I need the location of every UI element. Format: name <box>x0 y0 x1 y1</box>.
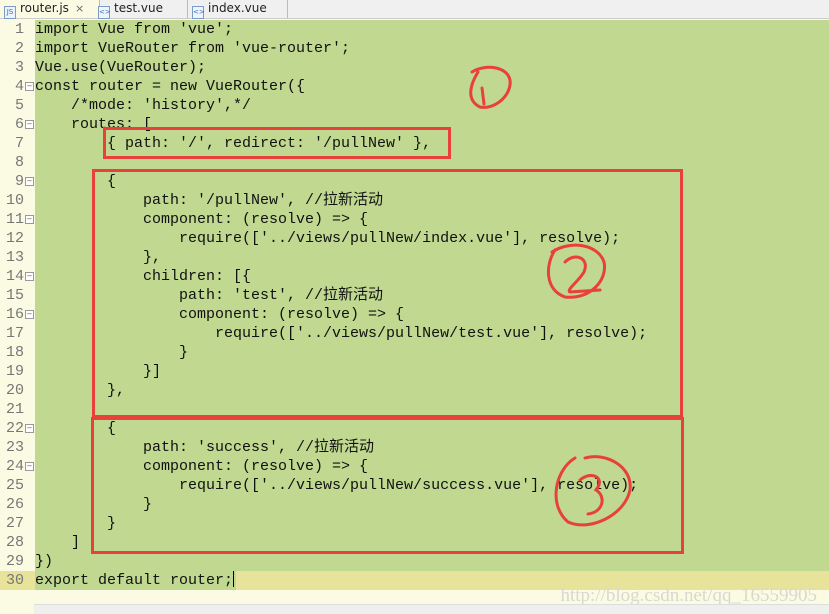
annotation-circle-2 <box>546 243 607 299</box>
annotation-drawings <box>469 65 632 527</box>
annotation-circle-1 <box>469 65 512 109</box>
annotation-circle-3 <box>554 455 632 527</box>
